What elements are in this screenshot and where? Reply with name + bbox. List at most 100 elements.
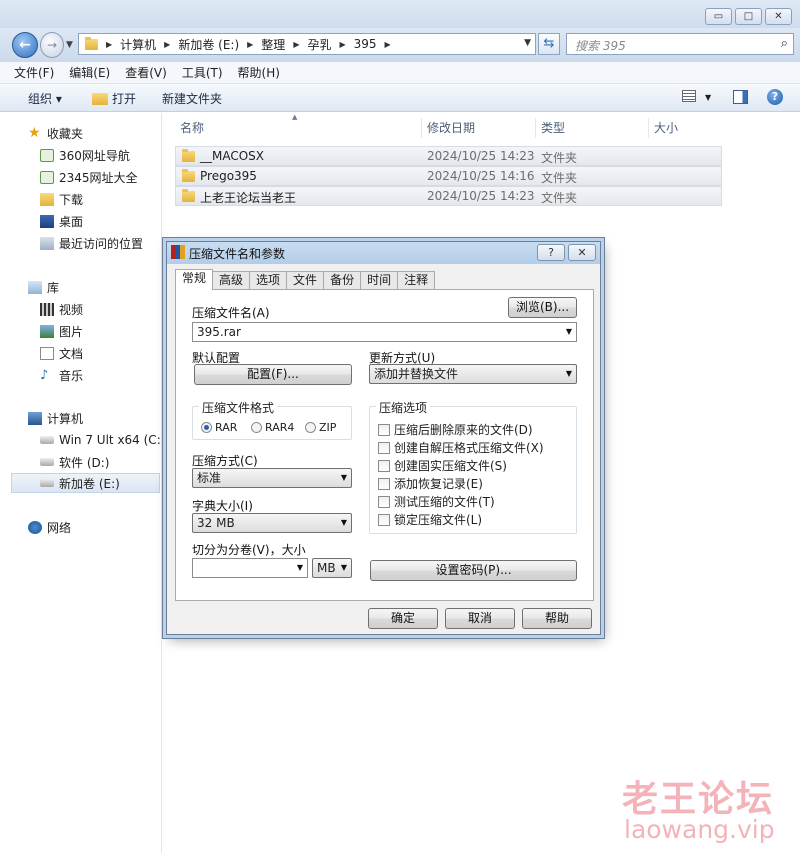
video-icon: [40, 302, 54, 316]
ok-button[interactable]: 确定: [368, 608, 438, 629]
nav-desktop[interactable]: 桌面: [40, 211, 200, 231]
forward-arrow-icon: →: [46, 38, 58, 52]
tab-comment[interactable]: 注释: [397, 271, 436, 290]
recent-pages-dropdown-icon[interactable]: ▼: [66, 40, 73, 50]
archive-dialog: 压缩文件名和参数 ? ✕ 常规 高级 选项 文件 备份 时间 注释 压缩文件名(…: [166, 241, 601, 635]
format-rar-radio[interactable]: RAR: [201, 421, 237, 434]
tab-advanced[interactable]: 高级: [212, 271, 251, 290]
breadcrumb-current[interactable]: 395: [354, 37, 377, 51]
menu-help[interactable]: 帮助(H): [238, 64, 280, 81]
dialog-tabs: 常规 高级 选项 文件 备份 时间 注释: [175, 269, 436, 290]
menu-edit[interactable]: 编辑(E): [69, 64, 110, 81]
breadcrumb-computer[interactable]: 计算机: [120, 36, 156, 53]
maximize-button[interactable]: □: [735, 8, 762, 25]
close-button[interactable]: ✕: [765, 8, 792, 25]
help-icon[interactable]: ?: [767, 89, 783, 105]
view-dropdown-icon[interactable]: ▼: [705, 93, 711, 102]
radio-selected-icon: [201, 422, 212, 433]
breadcrumb-folder[interactable]: 孕乳: [307, 36, 331, 53]
archive-name-input[interactable]: 395.rar ▼: [192, 322, 577, 342]
menu-tools[interactable]: 工具(T): [182, 64, 223, 81]
split-volumes-label: 切分为分卷(V)，大小: [192, 543, 306, 557]
menu-file[interactable]: 文件(F): [14, 64, 54, 81]
column-header-name[interactable]: 名称: [180, 116, 204, 140]
format-rar4-radio[interactable]: RAR4: [251, 421, 294, 434]
option-delete-after[interactable]: 压缩后删除原来的文件(D): [378, 421, 533, 438]
file-row[interactable]: __MACOSX 2024/10/25 14:23 文件夹: [175, 146, 722, 166]
forward-button[interactable]: →: [40, 32, 64, 58]
set-password-button[interactable]: 设置密码(P)...: [370, 560, 577, 581]
breadcrumb-drive-e[interactable]: 新加卷 (E:): [178, 36, 239, 53]
format-zip-radio[interactable]: ZIP: [305, 421, 336, 434]
menu-view[interactable]: 查看(V): [125, 64, 167, 81]
chevron-right-icon[interactable]: ▶: [247, 40, 253, 49]
refresh-button[interactable]: ⇆: [538, 33, 560, 55]
column-divider[interactable]: [535, 118, 536, 138]
chevron-down-icon[interactable]: ▼: [297, 559, 303, 577]
file-type: 文件夹: [541, 171, 578, 185]
dialog-help-button[interactable]: ?: [537, 244, 565, 261]
search-icon[interactable]: ⌕: [781, 36, 788, 51]
computer-icon: [28, 411, 42, 425]
search-placeholder: 搜索 395: [575, 39, 626, 53]
compression-method-select[interactable]: 标准 ▼: [192, 468, 352, 488]
drive-icon: [40, 479, 54, 487]
option-lock-archive[interactable]: 锁定压缩文件(L): [378, 511, 482, 528]
dialog-close-button[interactable]: ✕: [568, 244, 596, 261]
column-header-type[interactable]: 类型: [541, 116, 565, 140]
column-divider[interactable]: [421, 118, 422, 138]
address-dropdown-icon[interactable]: ▼: [524, 38, 531, 48]
tab-backup[interactable]: 备份: [323, 271, 362, 290]
chevron-right-icon[interactable]: ▶: [385, 40, 391, 49]
nav-favorites[interactable]: ★ 收藏夹: [28, 123, 188, 143]
chevron-right-icon[interactable]: ▶: [106, 40, 112, 49]
preview-pane-icon[interactable]: [733, 90, 748, 104]
split-unit-select[interactable]: MB ▼: [312, 558, 352, 578]
column-divider[interactable]: [648, 118, 649, 138]
dictionary-size-select[interactable]: 32 MB ▼: [192, 513, 352, 533]
tab-files[interactable]: 文件: [286, 271, 325, 290]
option-test-files[interactable]: 测试压缩的文件(T): [378, 493, 495, 510]
nav-computer[interactable]: 计算机: [28, 408, 188, 428]
option-recovery-record[interactable]: 添加恢复记录(E): [378, 475, 483, 492]
downloads-folder-icon: [40, 192, 54, 206]
column-header-date[interactable]: 修改日期: [427, 116, 475, 140]
update-mode-select[interactable]: 添加并替换文件 ▼: [369, 364, 577, 384]
minimize-button[interactable]: ▭: [705, 8, 732, 25]
organize-button[interactable]: 组织 ▾: [28, 90, 62, 107]
file-row[interactable]: Prego395 2024/10/25 14:16 文件夹: [175, 166, 722, 186]
cancel-button[interactable]: 取消: [445, 608, 515, 629]
open-icon: [92, 93, 108, 105]
nav-network[interactable]: 网络: [28, 517, 188, 537]
file-row[interactable]: 上老王论坛当老王 2024/10/25 14:23 文件夹: [175, 186, 722, 206]
chevron-right-icon[interactable]: ▶: [164, 40, 170, 49]
dialog-help-footer-button[interactable]: 帮助: [522, 608, 592, 629]
new-folder-button[interactable]: 新建文件夹: [162, 90, 222, 107]
library-icon: [28, 280, 42, 294]
dialog-title-bar[interactable]: 压缩文件名和参数 ? ✕: [167, 242, 600, 264]
nav-libraries[interactable]: 库: [28, 277, 188, 297]
back-button[interactable]: ←: [12, 32, 38, 58]
option-label: 测试压缩的文件(T): [394, 495, 495, 509]
chevron-right-icon[interactable]: ▶: [339, 40, 345, 49]
tab-time[interactable]: 时间: [360, 271, 399, 290]
chevron-right-icon[interactable]: ▶: [293, 40, 299, 49]
tab-general[interactable]: 常规: [175, 269, 214, 290]
breadcrumb-organize[interactable]: 整理: [261, 36, 285, 53]
open-button[interactable]: 打开: [92, 90, 136, 107]
tab-options[interactable]: 选项: [249, 271, 288, 290]
chevron-down-icon[interactable]: ▼: [566, 323, 572, 341]
pictures-icon: [40, 324, 54, 338]
profiles-button[interactable]: 配置(F)...: [194, 364, 352, 385]
nav-drive-e[interactable]: 新加卷 (E:): [11, 473, 160, 493]
address-bar[interactable]: ▶ 计算机 ▶ 新加卷 (E:) ▶ 整理 ▶ 孕乳 ▶ 395 ▶ ▼: [78, 33, 536, 55]
search-input[interactable]: 搜索 395 ⌕: [566, 33, 794, 55]
option-sfx[interactable]: 创建自解压格式压缩文件(X): [378, 439, 544, 456]
split-size-input[interactable]: ▼: [192, 558, 308, 578]
option-solid[interactable]: 创建固实压缩文件(S): [378, 457, 507, 474]
option-label: 锁定压缩文件(L): [394, 513, 483, 527]
column-header-size[interactable]: 大小: [654, 116, 678, 140]
view-options-icon[interactable]: [682, 90, 696, 102]
browse-button[interactable]: 浏览(B)...: [508, 297, 577, 318]
archive-name-value: 395.rar: [197, 325, 241, 339]
